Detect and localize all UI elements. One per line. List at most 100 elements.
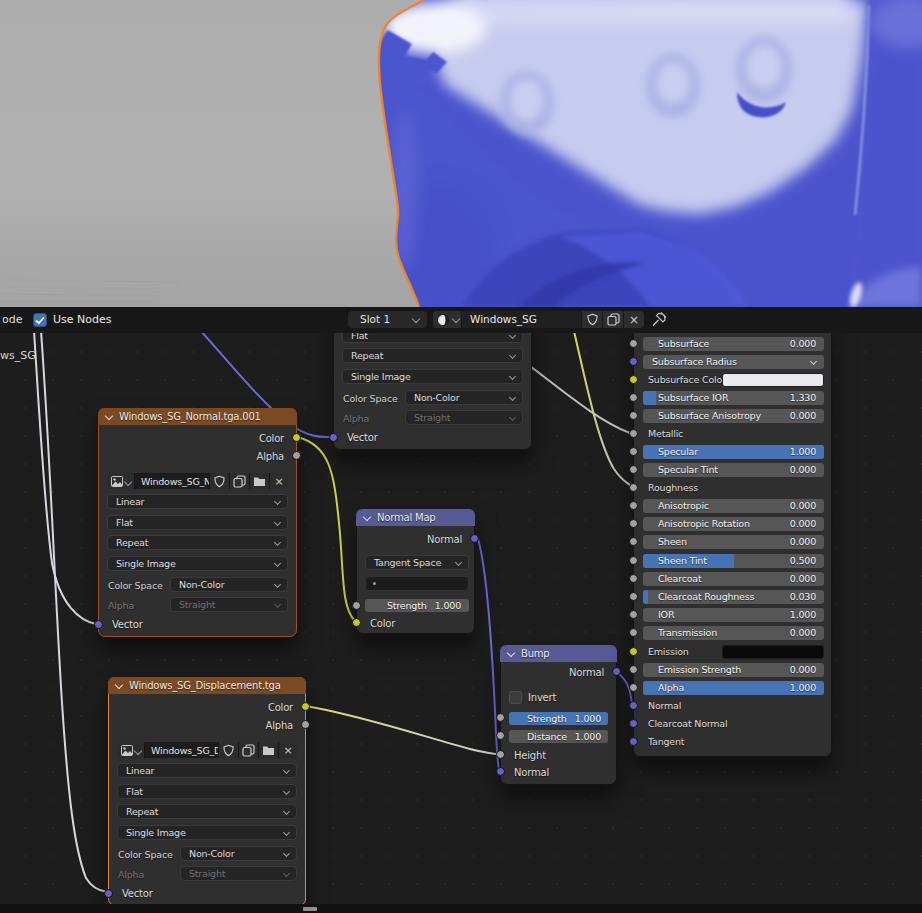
use-nodes-checkbox[interactable] [33, 313, 47, 327]
fake-user-button[interactable] [582, 311, 603, 328]
browse-material-button[interactable] [433, 311, 462, 328]
normal-output-socket[interactable] [612, 667, 621, 676]
sheen-socket[interactable] [629, 537, 638, 546]
image-browse-button[interactable] [117, 742, 145, 758]
anisotropic-rotation-socket[interactable] [629, 519, 638, 528]
color-output-socket[interactable] [301, 702, 310, 711]
node-image-texture-displacement[interactable]: Windows_SG_Displacement.tga Color Alpha … [108, 677, 306, 904]
node-menu-partial[interactable]: ode [2, 313, 22, 326]
vector-input-socket[interactable] [94, 620, 103, 629]
source-dropdown[interactable]: Single Image [117, 825, 297, 840]
sheen-slider[interactable]: Sheen0.000 [643, 535, 824, 549]
node-principled-bsdf[interactable]: Subsurface0.000 Subsurface Radius Subsur… [633, 333, 832, 757]
source-dropdown[interactable]: Single Image [342, 369, 523, 384]
uv-map-field[interactable] [365, 576, 469, 591]
strength-input-socket[interactable] [352, 601, 361, 610]
clearcoat-socket[interactable] [629, 574, 638, 583]
tangent-socket[interactable] [629, 737, 638, 746]
projection-dropdown[interactable]: Flat [117, 784, 297, 799]
strength-slider[interactable]: Strength 1.000 [509, 712, 608, 725]
strength-input-socket[interactable] [496, 713, 505, 722]
distance-input-socket[interactable] [496, 731, 505, 740]
emission-strength-slider[interactable]: Emission Strength0.000 [643, 663, 824, 677]
image-fake-user-button[interactable] [219, 742, 239, 758]
node-image-texture-normal[interactable]: Windows_SG_Normal.tga.001 Color Alpha Wi… [98, 408, 297, 637]
image-unlink-button[interactable]: × [270, 473, 288, 489]
subsurface-radius-dropdown[interactable]: Subsurface Radius [643, 355, 824, 369]
extension-dropdown[interactable]: Repeat [342, 348, 523, 363]
alpha-socket[interactable] [629, 683, 638, 692]
extension-dropdown[interactable]: Repeat [117, 804, 297, 819]
anisotropic-rotation-slider[interactable]: Anisotropic Rotation0.000 [643, 517, 824, 531]
subsurface-color-socket[interactable] [629, 375, 638, 384]
image-unlink-button[interactable]: × [279, 742, 297, 758]
image-browse-button[interactable] [107, 473, 135, 489]
clearcoat-roughness-socket[interactable] [629, 592, 638, 601]
subsurface-socket[interactable] [629, 339, 638, 348]
alpha-output-socket[interactable] [301, 720, 310, 729]
image-new-button[interactable] [239, 742, 259, 758]
sheen-tint-socket[interactable] [629, 556, 638, 565]
ior-socket[interactable] [629, 610, 638, 619]
projection-dropdown[interactable]: Flat [342, 333, 523, 343]
color-input-socket[interactable] [352, 618, 361, 627]
transmission-socket[interactable] [629, 628, 638, 637]
alpha-output-socket[interactable] [292, 451, 301, 460]
subsurface-color-swatch[interactable] [722, 373, 824, 387]
transmission-slider[interactable]: Transmission0.000 [643, 626, 824, 640]
emission-socket[interactable] [629, 647, 638, 656]
specular-tint-slider[interactable]: Specular Tint0.000 [643, 463, 824, 477]
image-name-field[interactable]: Windows_SG_Dis... [145, 742, 219, 758]
source-dropdown[interactable]: Single Image [107, 556, 288, 571]
image-open-button[interactable] [259, 742, 279, 758]
subsurface-radius-socket[interactable] [629, 357, 638, 366]
specular-socket[interactable] [629, 447, 638, 456]
anisotropic-slider[interactable]: Anisotropic0.000 [643, 499, 824, 513]
node-header[interactable]: Normal Map [356, 509, 475, 526]
strength-slider[interactable]: Strength 1.000 [365, 599, 469, 612]
image-fake-user-button[interactable] [210, 473, 230, 489]
space-dropdown[interactable]: Tangent Space [365, 555, 469, 570]
node-bump[interactable]: Bump Normal Invert Strength 1.000 Distan… [500, 645, 617, 785]
node-header[interactable]: Windows_SG_Normal.tga.001 [98, 408, 297, 425]
vector-input-socket[interactable] [329, 433, 338, 442]
pin-button[interactable] [651, 311, 669, 329]
metallic-socket[interactable] [629, 429, 638, 438]
clearcoat-normal-socket[interactable] [629, 719, 638, 728]
image-open-button[interactable] [250, 473, 270, 489]
specular-slider[interactable]: Specular1.000 [643, 445, 824, 459]
alpha-mode-dropdown[interactable]: Straight [405, 410, 523, 425]
roughness-socket[interactable] [629, 483, 638, 492]
alpha-mode-dropdown[interactable]: Straight [180, 866, 297, 881]
projection-dropdown[interactable]: Flat [107, 515, 288, 530]
slot-dropdown[interactable]: Slot 1 [348, 311, 427, 328]
normal-socket[interactable] [629, 701, 638, 710]
alpha-slider[interactable]: Alpha1.000 [643, 681, 824, 695]
subsurface-anisotropy-slider[interactable]: Subsurface Anisotropy0.000 [643, 409, 824, 423]
normal-input-socket[interactable] [496, 767, 505, 776]
interpolation-dropdown[interactable]: Linear [107, 494, 288, 509]
color-space-dropdown[interactable]: Non-Color [180, 846, 297, 861]
ior-slider[interactable]: IOR1.000 [643, 608, 824, 622]
color-space-dropdown[interactable]: Non-Color [405, 390, 523, 405]
subsurface-slider[interactable]: Subsurface0.000 [643, 337, 824, 351]
anisotropic-socket[interactable] [629, 501, 638, 510]
viewport-3d[interactable] [0, 0, 922, 307]
subsurface-anisotropy-socket[interactable] [629, 411, 638, 420]
node-editor-canvas[interactable]: ws_SG [0, 333, 922, 904]
normal-output-socket[interactable] [470, 534, 479, 543]
node-image-texture-partial[interactable]: Linear Flat Repeat Single Image Color Sp… [333, 333, 532, 450]
height-input-socket[interactable] [496, 750, 505, 759]
color-space-dropdown[interactable]: Non-Color [170, 577, 288, 592]
interpolation-dropdown[interactable]: Linear [117, 763, 297, 778]
clearcoat-slider[interactable]: Clearcoat0.000 [643, 572, 824, 586]
node-header[interactable]: Windows_SG_Displacement.tga [108, 677, 306, 694]
emission-swatch[interactable] [722, 645, 824, 659]
clearcoat-roughness-slider[interactable]: Clearcoat Roughness0.030 [643, 590, 824, 604]
subsurface-ior-socket[interactable] [629, 393, 638, 402]
image-new-button[interactable] [230, 473, 250, 489]
node-normal-map[interactable]: Normal Map Normal Tangent Space Strength… [356, 509, 475, 634]
new-material-button[interactable] [603, 311, 624, 328]
unlink-material-button[interactable]: × [624, 311, 644, 328]
color-output-socket[interactable] [292, 433, 301, 442]
